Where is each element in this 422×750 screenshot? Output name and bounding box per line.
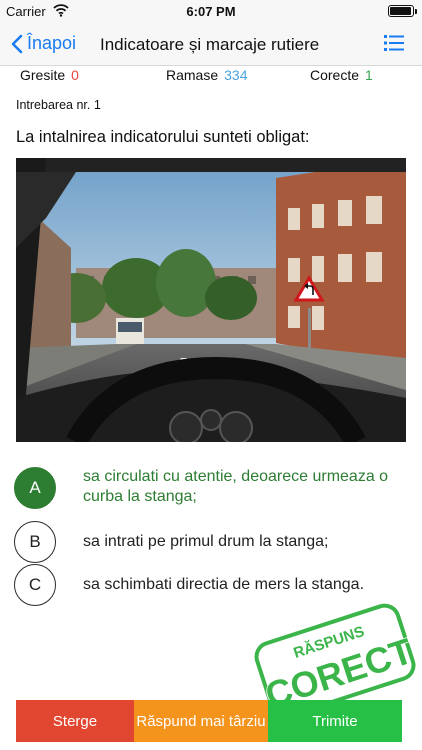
remaining-value: 334 [224,67,248,83]
correct-value: 1 [365,67,373,83]
correct-count: Corecte 1 [310,67,373,83]
list-icon[interactable] [384,34,404,57]
action-bar: Sterge Răspund mai târziu Trimite [16,700,402,742]
back-button[interactable]: Înapoi [10,33,76,54]
question-number: Intrebarea nr. 1 [16,98,101,112]
submit-button[interactable]: Trimite [268,700,402,742]
answer-letter-a: A [14,467,56,509]
answer-letter-b: B [14,521,56,563]
navigation-bar: Înapoi Indicatoare și marcaje rutiere [0,24,422,66]
answer-option-b[interactable]: B sa intrati pe primul drum la stanga; [14,521,414,563]
answer-text-c: sa schimbati directia de mers la stanga. [83,576,365,593]
page-title: Indicatoare și marcaje rutiere [100,35,320,54]
remaining-label: Ramase [166,67,219,83]
answer-option-a[interactable]: A sa circulati cu atentie, deoarece urme… [14,467,414,513]
wrong-label: Gresite [20,67,66,83]
answer-text-b: sa intrati pe primul drum la stanga; [83,533,329,550]
question-image [16,158,406,442]
chevron-left-icon [11,34,23,53]
delete-button[interactable]: Sterge [16,700,134,742]
status-bar: Carrier 6:07 PM [0,0,422,24]
back-label: Înapoi [27,33,77,53]
answer-later-button[interactable]: Răspund mai târziu [134,700,268,742]
battery-icon [388,5,417,17]
answer-letter-c: C [14,564,56,606]
correct-label: Corecte [310,67,360,83]
answer-text-a: sa circulati cu atentie, deoarece urmeaz… [83,468,389,505]
clock: 6:07 PM [186,4,236,19]
wrong-count: Gresite 0 [20,67,79,83]
wrong-value: 0 [71,67,79,83]
stamp-top-text: RĂSPUNS [291,623,366,662]
score-stats: Gresite 0 Ramase 334 Corecte 1 [0,66,422,86]
remaining-count: Ramase 334 [166,67,248,83]
answer-option-c[interactable]: C sa schimbati directia de mers la stang… [14,564,414,606]
question-text: La intalnirea indicatorului sunteti obli… [16,128,310,146]
